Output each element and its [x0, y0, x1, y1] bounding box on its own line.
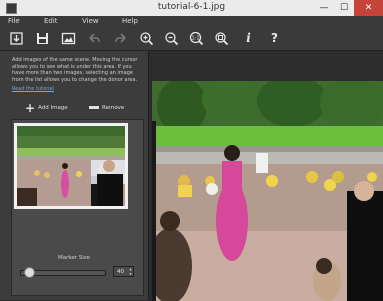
toolbar: 1:1 i ?	[0, 27, 383, 51]
actual-size-icon[interactable]: 1:1	[188, 30, 205, 47]
main-photo[interactable]	[152, 81, 383, 301]
redo-icon[interactable]	[112, 30, 129, 47]
menu-edit[interactable]: Edit	[44, 17, 58, 25]
open-icon[interactable]	[8, 30, 25, 47]
info-icon[interactable]: i	[240, 30, 257, 47]
undo-icon[interactable]	[86, 30, 103, 47]
zoom-in-icon[interactable]	[138, 30, 155, 47]
svg-text:1:1: 1:1	[191, 36, 199, 42]
marker-size-input[interactable]: 40 ▲ ▼	[113, 266, 134, 277]
image-icon[interactable]	[60, 30, 77, 47]
image-buttons: +Add Image Remove Image	[11, 100, 142, 129]
menu-bar: File Edit View Help	[0, 16, 383, 27]
menu-help[interactable]: Help	[122, 17, 138, 25]
menu-view[interactable]: View	[82, 17, 99, 25]
left-panel: Add images of the same scene. Moving the…	[0, 51, 149, 300]
add-image-label: Add Image	[38, 105, 68, 111]
plus-icon: +	[25, 100, 36, 115]
maximize-button[interactable]: ☐	[334, 0, 354, 16]
zoom-out-icon[interactable]	[163, 30, 180, 47]
add-image-button[interactable]: + Add Image	[25, 100, 68, 117]
marker-size-control: Marker Size 40 ▲ ▼	[0, 255, 148, 300]
remove-image-button[interactable]: Remove Image	[89, 100, 142, 128]
tutorial-link[interactable]: Read the tutorial	[12, 86, 54, 92]
image-list-item[interactable]	[14, 123, 128, 209]
marker-size-value: 40	[117, 269, 124, 275]
thumbnail-image	[17, 126, 125, 206]
spin-arrows-icon[interactable]: ▲ ▼	[128, 267, 133, 278]
title-bar: tutorial-6-1.jpg — ☐ ✕	[0, 0, 383, 17]
save-icon[interactable]	[34, 30, 51, 47]
minus-icon	[89, 106, 99, 109]
help-icon[interactable]: ?	[266, 30, 283, 47]
close-button[interactable]: ✕	[354, 0, 383, 16]
image-canvas[interactable]	[149, 51, 383, 301]
menu-file[interactable]: File	[8, 17, 20, 25]
marker-size-label: Marker Size	[57, 255, 91, 261]
minimize-button[interactable]: —	[314, 0, 334, 16]
marker-size-slider-thumb[interactable]	[24, 267, 35, 278]
fit-to-window-icon[interactable]	[213, 30, 230, 47]
help-text: Add images of the same scene. Moving the…	[12, 57, 138, 83]
